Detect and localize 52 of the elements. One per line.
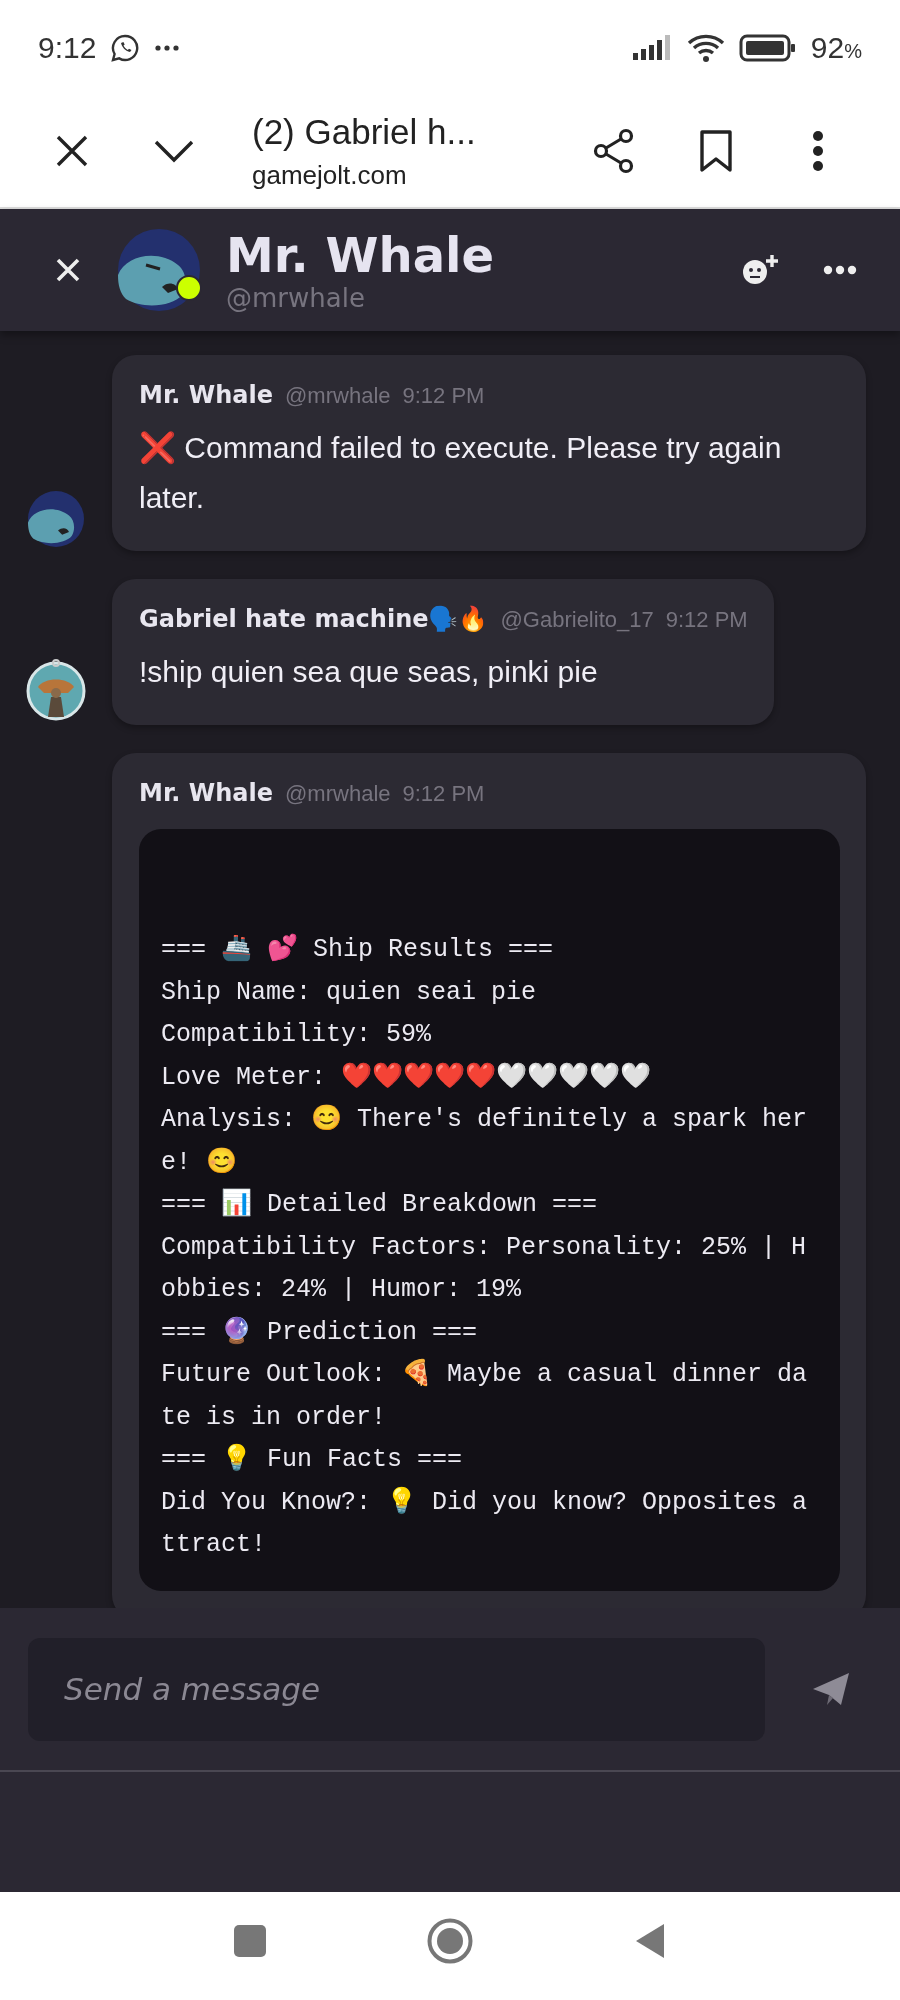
back-icon [634, 1922, 666, 1960]
bookmark-icon [699, 129, 733, 173]
avatar [26, 659, 86, 721]
chat-app-icon [110, 32, 141, 63]
more-icon [823, 265, 857, 275]
wifi-icon [686, 32, 725, 63]
message-text: !ship quien sea que seas, pinki pie [139, 654, 599, 690]
code-line: === 🚢 💕 Ship Results === [161, 932, 554, 966]
code-line: Compatibility: 59% [161, 1019, 432, 1051]
code-line: Love Meter: ❤❤❤❤❤🤍🤍🤍🤍🤍 [161, 1061, 652, 1094]
code-line: === 🔮 Prediction === [161, 1316, 478, 1349]
avatar [28, 491, 84, 547]
author-handle: @mrwhale [285, 781, 391, 807]
send-icon [811, 1671, 851, 1707]
message-input[interactable]: Send a message [28, 1637, 765, 1741]
share-icon [592, 128, 636, 174]
code-line: ttract! [161, 1529, 267, 1561]
square-icon [233, 1924, 267, 1958]
message-time: 9:12 PM [402, 781, 485, 807]
code-line: === 💡 Fun Facts === [161, 1442, 463, 1476]
code-line: Ship Name: quien seai pie [161, 976, 537, 1009]
message-time: 9:12 PM [402, 383, 485, 409]
code-line: obbies: 24% | Humor: 19% [161, 1274, 522, 1306]
close-icon [55, 257, 81, 283]
message-time: 9:12 PM [665, 607, 748, 633]
page-title: (2) Gabriel h... [252, 111, 477, 152]
code-line: e! 😊 [161, 1146, 237, 1179]
user-handle: @mrwhale [226, 283, 366, 313]
chat-title: Mr. Whale [226, 227, 496, 283]
battery-level: 92% [810, 30, 862, 65]
page-url: gamejolt.com [252, 159, 408, 191]
message-text: ❌ Command failed to execute. Please try again later. [139, 430, 783, 516]
signal-icon [632, 34, 673, 61]
author-name: Mr. Whale [139, 779, 274, 807]
code-line: Did You Know?: 💡 Did you know? Opposites a [161, 1485, 808, 1519]
author-handle: @Gabrielito_17 [500, 607, 654, 633]
code-line: Compatibility Factors: Personality: 25% | H [161, 1231, 807, 1264]
code-line: Analysis: 😊 There's definitely a spark her [161, 1103, 808, 1136]
menu-icon [812, 130, 824, 172]
code-line: Future Outlook: 🍕 Maybe a casual dinner da [161, 1358, 808, 1391]
close-icon [54, 133, 90, 169]
add-user-icon [740, 253, 780, 287]
clock: 9:12 [38, 30, 97, 65]
battery-icon [738, 33, 797, 62]
code-line: === 📊 Detailed Breakdown === [161, 1188, 598, 1221]
code-line: te is in order! [161, 1401, 387, 1434]
more-icon [154, 43, 181, 52]
home-icon [427, 1918, 473, 1964]
author-name: Gabriel hate machine🗣🔥 [139, 605, 489, 633]
chevron-down-icon [153, 139, 195, 163]
author-handle: @mrwhale [285, 383, 391, 409]
author-name: Mr. Whale [139, 381, 274, 409]
